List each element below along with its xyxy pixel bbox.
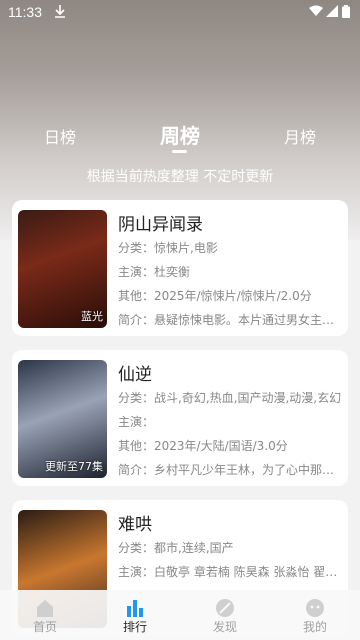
tab-daily[interactable]: 日榜 [30, 124, 90, 148]
card-other: 其他：2023年/大陆/国语/3.0分 [118, 439, 288, 453]
rank-icon [127, 600, 143, 617]
ranking-card[interactable]: 更新至77集 仙逆 分类：战斗,奇幻,热血,国产动漫,动漫,玄幻 主演： 其他：… [12, 350, 348, 486]
home-icon [37, 600, 53, 617]
bottom-nav: 首页 排行 发现 我的 [0, 590, 360, 640]
poster-image[interactable]: 更新至77集 [18, 360, 107, 478]
card-category: 分类：战斗,奇幻,热血,国产动漫,动漫,玄幻 [118, 391, 342, 405]
nav-label: 排行 [122, 620, 147, 634]
discover-icon [216, 599, 234, 617]
tab-weekly[interactable]: 周榜 [150, 120, 210, 149]
poster-badge: 更新至77集 [45, 460, 103, 473]
nav-item-home[interactable]: 首页 [0, 590, 90, 640]
card-cast: 主演：杜奕衡 [118, 265, 191, 279]
ranking-card[interactable]: 蓝光 阴山异闻录 分类：惊悚片,电影 主演：杜奕衡 其他：2025年/惊悚片/惊… [12, 200, 348, 336]
nav-label: 首页 [32, 620, 57, 634]
card-other: 其他：2025年/惊悚片/惊悚片/2.0分 [118, 289, 312, 303]
card-category: 分类：惊悚片,电影 [118, 241, 218, 255]
card-title[interactable]: 难哄 [118, 510, 152, 535]
card-summary: 简介：悬疑惊悚电影。本片通过男女主人公的... [118, 313, 344, 327]
card-category: 分类：都市,连续,国产 [118, 541, 234, 555]
profile-icon [306, 599, 324, 617]
nav-item-rank[interactable]: 排行 [90, 590, 180, 640]
poster-image[interactable]: 蓝光 [18, 210, 107, 328]
download-icon [55, 5, 65, 18]
nav-label: 发现 [212, 620, 237, 634]
card-title[interactable]: 仙逆 [118, 360, 152, 385]
signal-icon [326, 5, 338, 17]
poster-badge: 蓝光 [81, 310, 103, 323]
card-summary: 简介：乡村平凡少年王林，为了心中那不屈... [118, 463, 344, 477]
card-title[interactable]: 阴山异闻录 [118, 210, 203, 235]
battery-icon [342, 5, 350, 18]
nav-label: 我的 [302, 620, 327, 634]
status-bar: 11:33 [0, 0, 360, 26]
ranking-subtitle: 根据当前热度整理 不定时更新 [86, 169, 274, 185]
wifi-icon [309, 5, 323, 16]
nav-item-me[interactable]: 我的 [270, 590, 360, 640]
tab-monthly[interactable]: 月榜 [270, 124, 330, 148]
ranking-tabs: 日榜 周榜 月榜 [0, 118, 360, 158]
status-time: 11:33 [8, 4, 42, 20]
card-cast: 主演：白敬亭 章若楠 陈昊森 张淼怡 翟潇... [118, 565, 344, 579]
nav-item-discover[interactable]: 发现 [180, 590, 270, 640]
card-cast: 主演： [118, 415, 155, 429]
active-tab-indicator [172, 150, 187, 153]
